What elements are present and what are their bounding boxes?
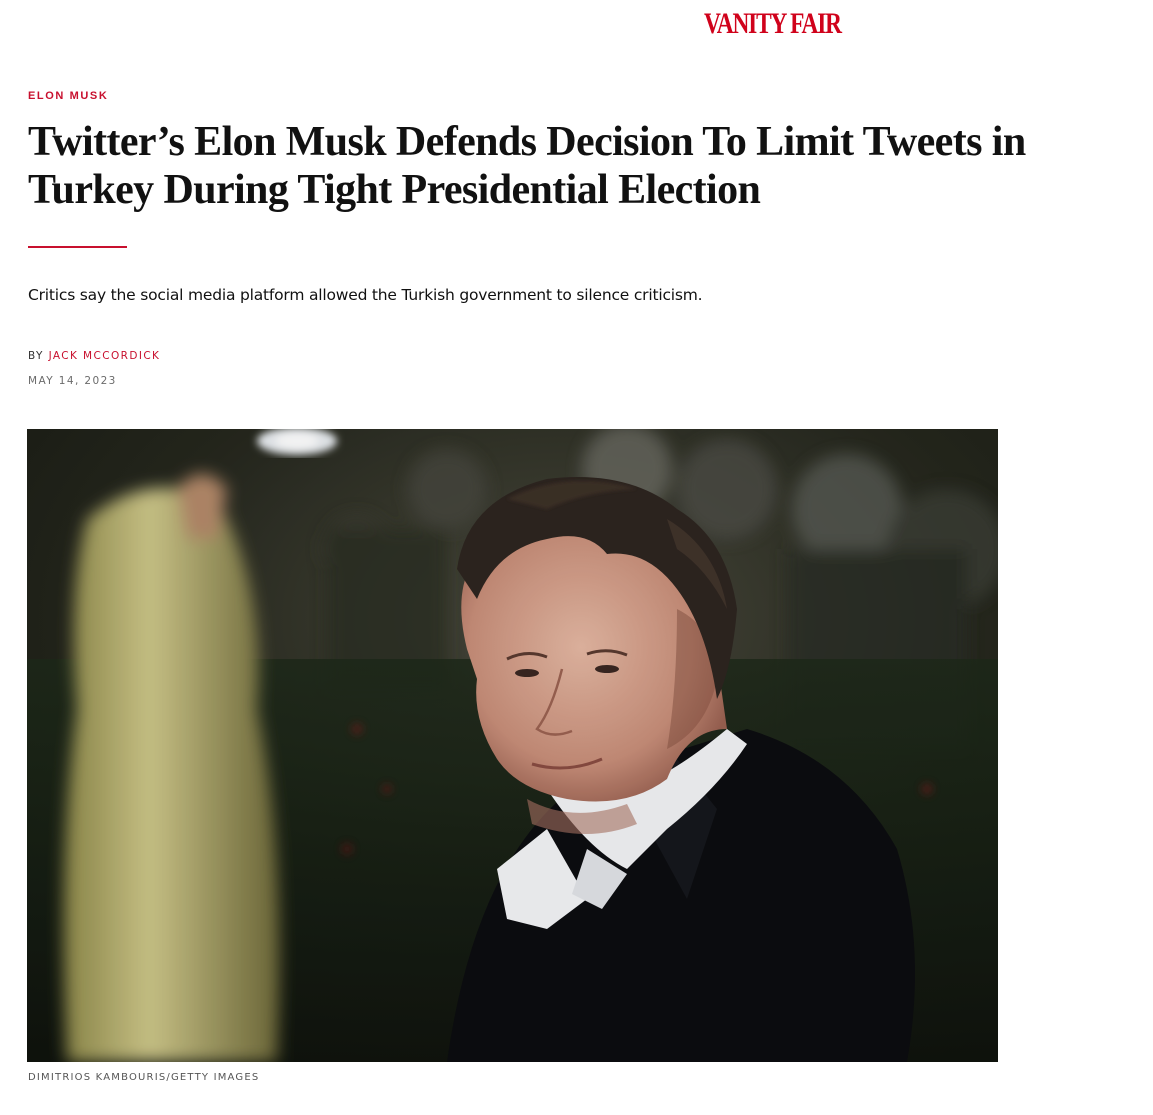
image-credit: DIMITRIOS KAMBOURIS/GETTY IMAGES: [28, 1072, 260, 1083]
hero-photo-illustration: [27, 429, 998, 1062]
publish-date: MAY 14, 2023: [28, 375, 117, 387]
byline-prefix: BY: [28, 350, 44, 362]
article-headline: Twitter’s Elon Musk Defends Decision To …: [28, 119, 1026, 213]
article-dek: Critics say the social media platform al…: [28, 286, 703, 304]
author-link[interactable]: JACK MCCORDICK: [49, 350, 161, 362]
vanity-fair-logo[interactable]: VANITY FAIR: [704, 6, 842, 42]
hero-image: [27, 429, 998, 1062]
rubric-link[interactable]: ELON MUSK: [28, 89, 108, 103]
byline: BY JACK MCCORDICK: [28, 349, 160, 363]
headline-divider: [28, 246, 127, 248]
